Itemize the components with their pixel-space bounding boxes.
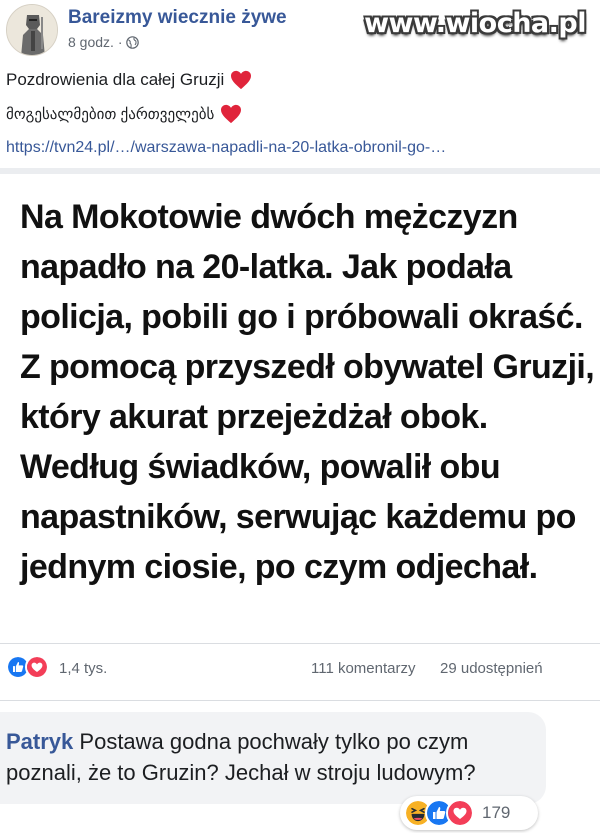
- heart-emoji-icon: [221, 104, 242, 124]
- comment-bubble: Patryk Postawa godna pochwały tylko po c…: [0, 712, 546, 804]
- post-stats: 1,4 tys. 111 komentarzy 29 udostępnień: [0, 652, 600, 688]
- comment-reactions[interactable]: 179: [400, 796, 538, 830]
- comment-author-link[interactable]: Patryk: [6, 729, 73, 754]
- post-meta: 8 godz. ·: [68, 34, 140, 50]
- page-avatar[interactable]: [6, 4, 58, 56]
- divider: [0, 643, 600, 644]
- avatar-knight-icon: [7, 5, 57, 55]
- heart-emoji-icon: [231, 70, 252, 90]
- post-reactions[interactable]: [6, 655, 49, 679]
- post-text-line-2: მოგესალმებით ქართველებს: [6, 104, 242, 124]
- post-header: Bareizmy wiecznie żywe 8 godz. · www.wio…: [0, 0, 600, 62]
- post-time[interactable]: 8 godz. ·: [68, 34, 122, 50]
- card-headline-text: Na Mokotowie dwóch mężczyzn napadło na 2…: [20, 198, 595, 586]
- shared-image-card[interactable]: Na Mokotowie dwóch mężczyzn napadło na 2…: [0, 174, 600, 644]
- reactions-count[interactable]: 1,4 tys.: [59, 660, 107, 677]
- love-reaction-icon: [446, 799, 474, 827]
- love-reaction-icon: [25, 655, 49, 679]
- globe-icon: [126, 35, 140, 49]
- shares-count[interactable]: 29 udostępnień: [440, 660, 543, 677]
- comment-text: Postawa godna pochwały tylko po czym poz…: [6, 729, 476, 785]
- page-name-link[interactable]: Bareizmy wiecznie żywe: [68, 7, 287, 29]
- site-watermark: www.wiocha.pl: [364, 8, 586, 39]
- comment-reactions-count: 179: [482, 803, 511, 822]
- divider: [0, 700, 600, 701]
- comment-body: Patryk Postawa godna pochwały tylko po c…: [6, 726, 544, 788]
- comments-count[interactable]: 111 komentarzy: [311, 660, 416, 677]
- post-text-polish: Pozdrowienia dla całej Gruzji: [6, 70, 225, 89]
- post-text-georgian: მოგესალმებით ქართველებს: [6, 106, 215, 123]
- article-link[interactable]: https://tvn24.pl/…/warszawa-napadli-na-2…: [6, 139, 446, 157]
- post-text-line-1: Pozdrowienia dla całej Gruzji: [6, 70, 252, 90]
